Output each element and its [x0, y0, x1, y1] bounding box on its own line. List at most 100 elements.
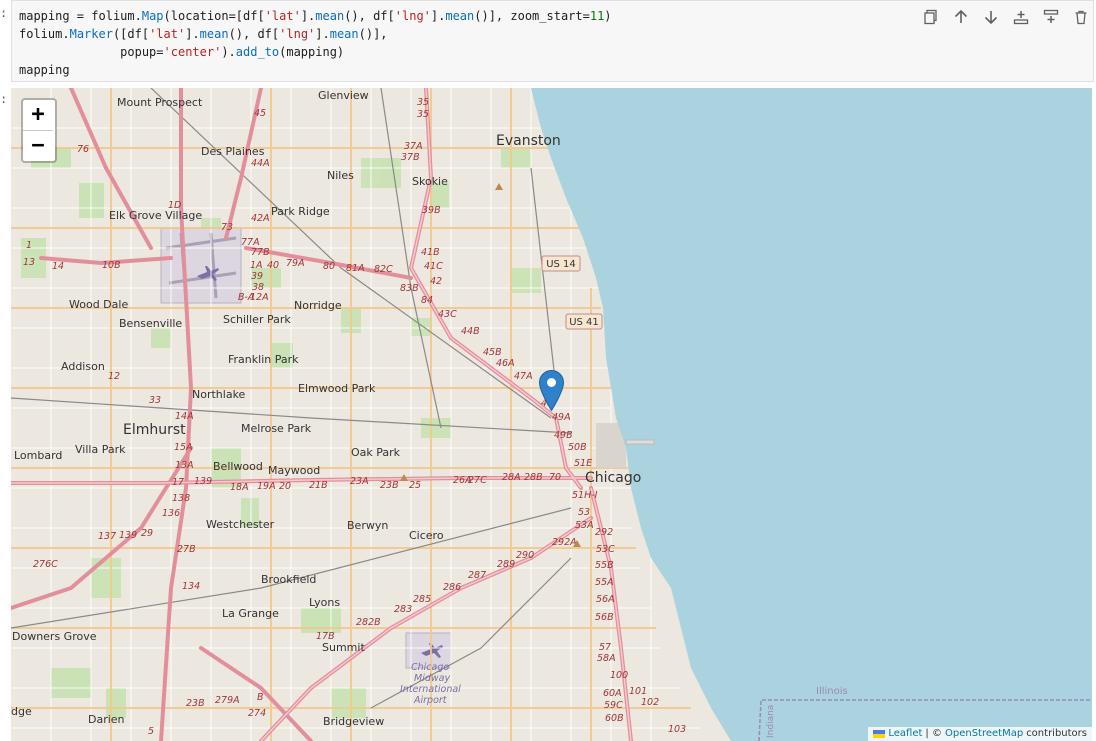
route-label: 37B	[401, 152, 420, 163]
route-label: 50B	[568, 442, 587, 453]
notebook-cell: : mapping = folium.Map(location=[df['lat…	[0, 0, 1096, 741]
route-label: 60A	[603, 688, 622, 699]
code-token: 'lat'	[149, 27, 186, 41]
code-text[interactable]: mapping = folium.Map(location=[df['lat']…	[19, 7, 612, 79]
route-label: 25	[409, 480, 421, 491]
route-label: 17	[172, 477, 184, 488]
code-token: (), df[	[344, 9, 395, 23]
route-label: 79A	[286, 258, 305, 269]
attribution-separator: | ©	[925, 728, 942, 739]
route-label: 45	[254, 108, 266, 119]
route-label: 41B	[421, 247, 440, 258]
route-label: 5	[148, 726, 154, 737]
route-label: 29	[141, 528, 153, 539]
zoom-out-button[interactable]: −	[23, 130, 53, 161]
code-editor[interactable]: mapping = folium.Map(location=[df['lat']…	[11, 0, 1094, 82]
place-label: Brookfield	[261, 573, 316, 586]
route-label: 23B	[186, 698, 205, 709]
place-label: Park Ridge	[271, 205, 330, 218]
route-label: 13A	[175, 460, 194, 471]
route-label: 20	[279, 481, 291, 492]
code-token: .	[62, 27, 70, 41]
code-token: 11	[589, 9, 605, 23]
place-label: La Grange	[222, 607, 279, 620]
place-label: Summit	[322, 641, 365, 654]
code-token: add_to	[235, 45, 280, 59]
location-marker-icon[interactable]	[539, 370, 564, 411]
code-token: popup=	[120, 45, 164, 59]
map-attribution: Leaflet | © OpenStreetMap contributors	[868, 727, 1092, 741]
route-label: 279A	[215, 695, 240, 706]
code-token: )	[604, 9, 612, 23]
place-label: Niles	[327, 169, 354, 182]
route-label: 51E	[574, 458, 592, 469]
route-label: 45B	[483, 347, 502, 358]
us41-shield: US 41	[569, 317, 599, 328]
code-token: (mapping)	[279, 45, 345, 59]
route-label: 27B	[177, 544, 196, 555]
copy-icon[interactable]	[919, 5, 943, 29]
arrow-up-icon[interactable]	[949, 5, 973, 29]
route-label: 18A	[230, 482, 249, 493]
route-label: 102	[641, 697, 659, 708]
route-label: 10B	[102, 260, 121, 271]
route-label: 12A	[250, 292, 269, 303]
route-label: 70	[549, 472, 561, 483]
place-label: Lombard	[14, 449, 62, 462]
zoom-control: + −	[21, 98, 57, 163]
output-prompt: :	[0, 92, 8, 106]
route-label: 139	[119, 530, 137, 541]
route-label: 40	[267, 260, 279, 271]
code-token: mapping	[19, 63, 70, 77]
zoom-in-button[interactable]: +	[23, 100, 53, 130]
airport-label: Chicago	[411, 662, 449, 673]
place-label: Mount Prospect	[117, 96, 203, 109]
airport-label: Airport	[413, 695, 448, 706]
delete-icon[interactable]	[1069, 5, 1093, 29]
place-label: Berwyn	[347, 519, 388, 532]
osm-link[interactable]: OpenStreetMap	[945, 727, 1023, 741]
map-container[interactable]: US 14 US 41 Glenview Mount Prospect Evan…	[11, 88, 1092, 741]
map-tiles[interactable]: US 14 US 41 Glenview Mount Prospect Evan…	[11, 88, 1092, 741]
route-label: 289	[497, 559, 515, 570]
place-label: Elmhurst	[123, 422, 186, 438]
place-label: Melrose Park	[241, 422, 312, 435]
place-label: Franklin Park	[228, 353, 299, 366]
us14-shield: US 14	[546, 259, 576, 270]
route-label: 35	[417, 109, 429, 120]
code-token: folium	[19, 27, 63, 41]
route-label: 42	[430, 276, 442, 287]
code-token: ([df[	[112, 27, 150, 41]
insert-below-icon[interactable]	[1039, 5, 1063, 29]
route-label: 1D	[168, 200, 181, 211]
route-label: 47A	[514, 371, 533, 382]
code-token: ].	[315, 27, 330, 41]
code-token: ).	[221, 45, 236, 59]
airport-label: Midway	[414, 673, 450, 684]
attribution-contributors: contributors	[1026, 728, 1087, 739]
place-label: Wood Dale	[69, 298, 128, 311]
place-label: Oak Park	[351, 446, 401, 459]
route-label: 53	[578, 507, 590, 518]
code-token: ].	[300, 9, 316, 23]
insert-above-icon[interactable]	[1009, 5, 1033, 29]
cell-toolbar	[919, 5, 1093, 29]
route-label: 59C	[604, 700, 623, 711]
code-token: mapping	[19, 9, 70, 23]
code-token: 'center'	[163, 45, 222, 59]
route-label: 55B	[595, 560, 614, 571]
route-label: 82C	[374, 264, 393, 275]
route-label: 58A	[597, 653, 616, 664]
route-label: 53A	[575, 520, 594, 531]
place-label: Des Plaines	[201, 145, 265, 158]
route-label: 286	[443, 582, 461, 593]
route-label: 290	[516, 550, 534, 561]
route-label: B	[257, 692, 264, 703]
airport-label: International	[400, 684, 461, 695]
arrow-down-icon[interactable]	[979, 5, 1003, 29]
route-label: 292A	[552, 537, 577, 548]
code-token: ()], zoom_start=	[474, 9, 590, 23]
leaflet-link[interactable]: Leaflet	[888, 727, 922, 741]
code-token: 'lat'	[264, 9, 301, 23]
route-label: 134	[182, 581, 200, 592]
